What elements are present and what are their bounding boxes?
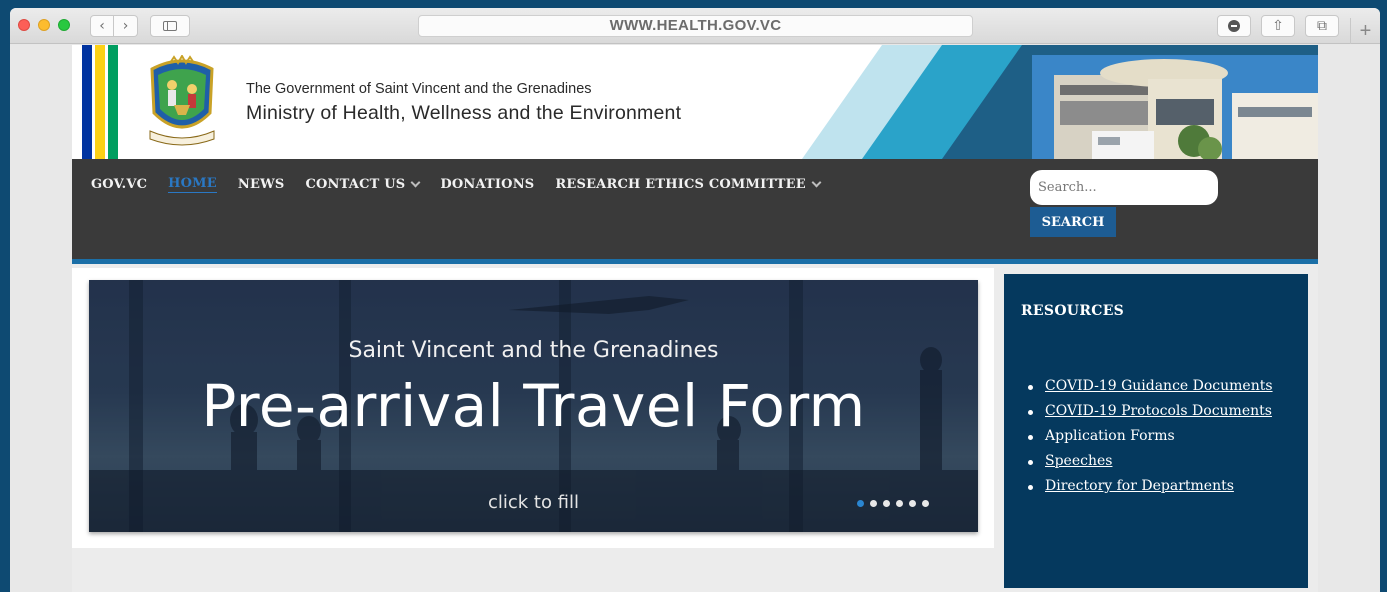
flag-stripe-yellow <box>95 45 105 159</box>
nav-item-label: RESEARCH ETHICS COMMITTEE <box>555 177 806 192</box>
nav-item-gov-vc[interactable]: GOV.VC <box>91 177 147 192</box>
downloads-button[interactable] <box>1217 15 1251 37</box>
resource-item: Application Forms <box>1024 424 1294 449</box>
resource-item: COVID-19 Guidance Documents <box>1024 374 1294 399</box>
main-navbar: GOV.VC HOME NEWS CONTACT US DONATIONS RESEARC… <box>72 159 1318 264</box>
address-bar[interactable]: WWW.HEALTH.GOV.VC <box>418 15 973 37</box>
toolbar-right: ⇧ ⧉ <box>1217 15 1339 37</box>
flag-stripe-blue <box>82 45 92 159</box>
nav-item-label: NEWS <box>237 177 285 192</box>
sidebar-icon <box>163 21 177 31</box>
resources-title: RESOURCES <box>1021 303 1125 319</box>
browser-titlebar: ‹ › WWW.HEALTH.GOV.VC ⇧ ⧉ + <box>10 8 1380 44</box>
resource-link[interactable]: Speeches <box>1045 453 1112 469</box>
resource-link[interactable]: Application Forms <box>1045 428 1175 444</box>
sidebar-toggle-button[interactable] <box>150 15 190 37</box>
site-container: The Government of Saint Vincent and the … <box>72 45 1318 592</box>
new-tab-button[interactable]: + <box>1350 18 1380 44</box>
site-header: The Government of Saint Vincent and the … <box>72 45 1318 159</box>
slider-dot[interactable] <box>857 500 864 507</box>
chevron-right-icon: › <box>122 18 129 34</box>
plus-icon: + <box>1359 20 1372 42</box>
tabs-icon: ⧉ <box>1317 18 1327 34</box>
resources-list: COVID-19 Guidance Documents COVID-19 Prot… <box>1024 374 1294 499</box>
slider-dot[interactable] <box>870 500 877 507</box>
download-icon <box>1228 20 1240 32</box>
minimize-window-button[interactable] <box>38 19 50 31</box>
forward-button[interactable]: › <box>114 15 138 37</box>
browser-window: ‹ › WWW.HEALTH.GOV.VC ⇧ ⧉ + The Governme… <box>10 8 1380 592</box>
close-window-button[interactable] <box>18 19 30 31</box>
chevron-down-icon <box>811 177 822 188</box>
slider-dot[interactable] <box>922 500 929 507</box>
maximize-window-button[interactable] <box>58 19 70 31</box>
resource-link[interactable]: COVID-19 Protocols Documents <box>1045 403 1272 419</box>
history-nav: ‹ › <box>90 15 138 37</box>
slider-dot[interactable] <box>896 500 903 507</box>
share-button[interactable]: ⇧ <box>1261 15 1295 37</box>
flag-stripe-green <box>108 45 118 159</box>
ministry-name: Ministry of Health, Wellness and the Env… <box>246 102 682 124</box>
nav-item-label: GOV.VC <box>91 177 148 192</box>
slide-cta-link[interactable]: click to fill <box>89 492 978 513</box>
main-content: Saint Vincent and the Grenadines Pre-arr… <box>72 268 994 548</box>
nav-item-contact-us[interactable]: CONTACT US <box>305 177 421 192</box>
tab-overview-button[interactable]: ⧉ <box>1305 15 1339 37</box>
page-viewport: The Government of Saint Vincent and the … <box>10 45 1380 592</box>
slider-dot[interactable] <box>909 500 916 507</box>
coat-of-arms-logo[interactable] <box>144 55 220 149</box>
share-icon: ⇧ <box>1272 18 1284 34</box>
resources-sidebar: RESOURCES COVID-19 Guidance Documents COV… <box>1004 274 1308 588</box>
slide-title: Pre-arrival Travel Form <box>201 372 866 440</box>
nav-item-research-ethics-committee[interactable]: RESEARCH ETHICS COMMITTEE <box>555 177 822 192</box>
back-button[interactable]: ‹ <box>90 15 114 37</box>
resource-link[interactable]: Directory for Departments <box>1045 478 1234 494</box>
resource-item: Directory for Departments <box>1024 474 1294 499</box>
flag-stripes <box>82 45 121 159</box>
nav-item-news[interactable]: NEWS <box>238 177 285 192</box>
resource-item: COVID-19 Protocols Documents <box>1024 399 1294 424</box>
hospital-banner-image <box>802 45 1318 159</box>
nav-item-home[interactable]: HOME <box>168 176 217 193</box>
nav-item-label: CONTACT US <box>305 177 406 192</box>
nav-menu: GOV.VC HOME NEWS CONTACT US DONATIONS RESEARC… <box>91 176 841 193</box>
slider-dot[interactable] <box>883 500 890 507</box>
government-name: The Government of Saint Vincent and the … <box>246 81 592 97</box>
nav-item-label: HOME <box>168 176 217 191</box>
slider-pagination <box>857 500 929 507</box>
hero-slider[interactable]: Saint Vincent and the Grenadines Pre-arr… <box>89 280 978 532</box>
resource-item: Speeches <box>1024 449 1294 474</box>
slide-subtitle: Saint Vincent and the Grenadines <box>348 338 719 363</box>
nav-item-donations[interactable]: DONATIONS <box>440 177 534 192</box>
chevron-left-icon: ‹ <box>99 18 105 34</box>
chevron-down-icon <box>410 177 421 188</box>
nav-item-label: DONATIONS <box>440 177 535 192</box>
resource-link[interactable]: COVID-19 Guidance Documents <box>1045 378 1273 394</box>
search-button[interactable]: SEARCH <box>1030 207 1116 237</box>
search-input[interactable] <box>1030 170 1218 205</box>
